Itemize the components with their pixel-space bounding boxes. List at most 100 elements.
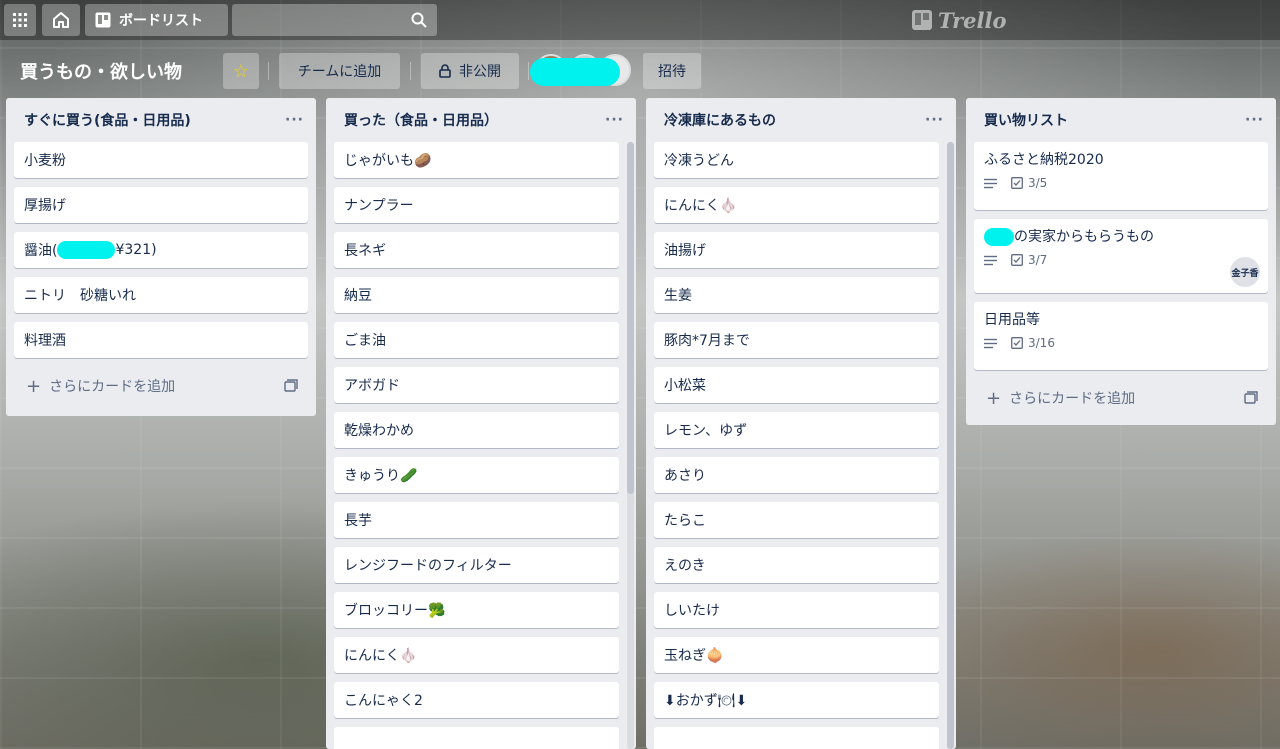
board-icon	[95, 12, 111, 28]
list-menu-button[interactable]: ···	[285, 112, 304, 128]
boards-button[interactable]: ボードリスト	[85, 4, 228, 36]
card[interactable]: 乾燥わかめ	[334, 412, 619, 448]
list-title[interactable]: 冷凍庫にあるもの	[664, 110, 776, 130]
add-card-button[interactable]: + さらにカードを追加	[6, 367, 316, 405]
apps-button[interactable]	[4, 4, 36, 36]
trello-logo[interactable]: Trello	[912, 8, 1007, 33]
card[interactable]: レンジフードのフィルター	[334, 547, 619, 583]
card-list: ふるさと納税2020 3/5 の実家からもらうもの 3/7 金子香 日用品等 3…	[966, 142, 1276, 370]
card[interactable]: ブロッコリー🥦	[334, 592, 619, 628]
list-menu-button[interactable]: ···	[605, 112, 624, 128]
search-input[interactable]	[240, 10, 404, 32]
card-title: 豚肉*7月まで	[664, 333, 750, 349]
card-title: 小松菜	[664, 378, 706, 394]
card-title: 生姜	[664, 288, 692, 304]
list-bought[interactable]: 買った（食品・日用品） ··· じゃがいも🥔 ナンプラー 長ネギ 納豆 ごま油 …	[326, 98, 636, 749]
list-menu-button[interactable]: ···	[1245, 112, 1264, 128]
list-freezer[interactable]: 冷凍庫にあるもの ··· 冷凍うどん にんにく🧄 油揚げ 生姜 豚肉*7月まで …	[646, 98, 956, 749]
scrollbar-thumb[interactable]	[627, 142, 634, 494]
card[interactable]: えのき	[654, 547, 939, 583]
scrollbar[interactable]	[947, 142, 954, 749]
card-member-avatar[interactable]: 金子香	[1230, 257, 1260, 287]
card[interactable]: アボガド	[334, 367, 619, 403]
star-button[interactable]: ☆	[223, 53, 259, 89]
template-icon[interactable]	[284, 379, 298, 393]
card-title: 小麦粉	[24, 153, 66, 169]
board-title[interactable]: 買うもの・欲しい物	[20, 58, 182, 84]
description-icon	[984, 255, 997, 266]
card[interactable]	[334, 727, 619, 749]
card[interactable]: じゃがいも🥔	[334, 142, 619, 178]
card[interactable]: レモン、ゆず	[654, 412, 939, 448]
card[interactable]: ナンプラー	[334, 187, 619, 223]
grid-icon	[13, 13, 27, 27]
home-button[interactable]	[42, 4, 80, 36]
card[interactable]: たらこ	[654, 502, 939, 538]
list-buy-now[interactable]: すぐに買う(食品・日用品) ··· 小麦粉 厚揚げ 醤油( ¥321) ニトリ …	[6, 98, 316, 416]
list-shopping[interactable]: 買い物リスト ··· ふるさと納税2020 3/5 の実家からもらうもの 3/7…	[966, 98, 1276, 425]
card-title: こんにゃく2	[344, 693, 423, 709]
list-title[interactable]: すぐに買う(食品・日用品)	[24, 110, 191, 130]
visibility-button[interactable]: 非公開	[421, 53, 519, 89]
checklist-icon	[1011, 337, 1023, 349]
add-to-team-button[interactable]: チームに追加	[279, 53, 400, 89]
checklist-badge: 3/5	[1011, 176, 1047, 190]
card[interactable]: 長ネギ	[334, 232, 619, 268]
add-card-button[interactable]: + さらにカードを追加	[966, 379, 1276, 417]
add-card-label: さらにカードを追加	[49, 379, 176, 395]
card-title: しいたけ	[664, 603, 720, 619]
card[interactable]: 生姜	[654, 277, 939, 313]
list-title[interactable]: 買った（食品・日用品）	[344, 110, 498, 130]
card[interactable]: 納豆	[334, 277, 619, 313]
card[interactable]: ⬇おかず🍽⬇	[654, 682, 939, 718]
card[interactable]: きゅうり🥒	[334, 457, 619, 493]
card-badges: 3/5	[984, 176, 1258, 190]
card[interactable]: 料理酒	[14, 322, 308, 358]
card[interactable]: 油揚げ	[654, 232, 939, 268]
card[interactable]: ニトリ 砂糖いれ	[14, 277, 308, 313]
search-field[interactable]	[232, 4, 437, 36]
card[interactable]: 長芋	[334, 502, 619, 538]
card[interactable]: ごま油	[334, 322, 619, 358]
card[interactable]	[654, 727, 939, 749]
card-title: ニトリ 砂糖いれ	[24, 288, 136, 304]
card[interactable]: あさり	[654, 457, 939, 493]
card[interactable]: 醤油( ¥321)	[14, 232, 308, 268]
card[interactable]: にんにく🧄	[654, 187, 939, 223]
card-title: 長芋	[344, 513, 372, 529]
list-title[interactable]: 買い物リスト	[984, 110, 1068, 130]
card-title: 料理酒	[24, 333, 66, 349]
trello-logo-icon	[912, 10, 932, 30]
scrollbar-thumb[interactable]	[947, 142, 954, 749]
card[interactable]: 小麦粉	[14, 142, 308, 178]
boards-label: ボードリスト	[119, 13, 203, 29]
list-header: すぐに買う(食品・日用品) ···	[6, 98, 316, 142]
card-list: 小麦粉 厚揚げ 醤油( ¥321) ニトリ 砂糖いれ 料理酒	[6, 142, 316, 358]
card[interactable]: にんにく🧄	[334, 637, 619, 673]
card-list: 冷凍うどん にんにく🧄 油揚げ 生姜 豚肉*7月まで 小松菜 レモン、ゆず あさ…	[646, 142, 956, 749]
card[interactable]: ふるさと納税2020 3/5	[974, 142, 1268, 210]
card[interactable]: 玉ねぎ🧅	[654, 637, 939, 673]
card[interactable]: の実家からもらうもの 3/7 金子香	[974, 219, 1268, 293]
card[interactable]: 豚肉*7月まで	[654, 322, 939, 358]
scrollbar[interactable]	[627, 142, 634, 749]
card-title: 冷凍うどん	[664, 153, 734, 169]
card-title: にんにく🧄	[664, 198, 738, 214]
list-header: 冷凍庫にあるもの ···	[646, 98, 956, 142]
card[interactable]: 冷凍うどん	[654, 142, 939, 178]
list-header: 買った（食品・日用品） ···	[326, 98, 636, 142]
checklist-badge: 3/7	[1011, 253, 1047, 267]
card[interactable]: 厚揚げ	[14, 187, 308, 223]
template-icon[interactable]	[1244, 391, 1258, 405]
card[interactable]: 小松菜	[654, 367, 939, 403]
card-title: 納豆	[344, 288, 372, 304]
card[interactable]: 日用品等 3/16	[974, 302, 1268, 370]
card-title: の実家からもらうもの	[984, 227, 1258, 247]
invite-button[interactable]: 招待	[643, 53, 701, 89]
card[interactable]: こんにゃく2	[334, 682, 619, 718]
card[interactable]: しいたけ	[654, 592, 939, 628]
redaction-mark	[530, 58, 620, 86]
checklist-count: 3/7	[1028, 253, 1048, 267]
list-menu-button[interactable]: ···	[925, 112, 944, 128]
home-icon	[53, 12, 69, 28]
